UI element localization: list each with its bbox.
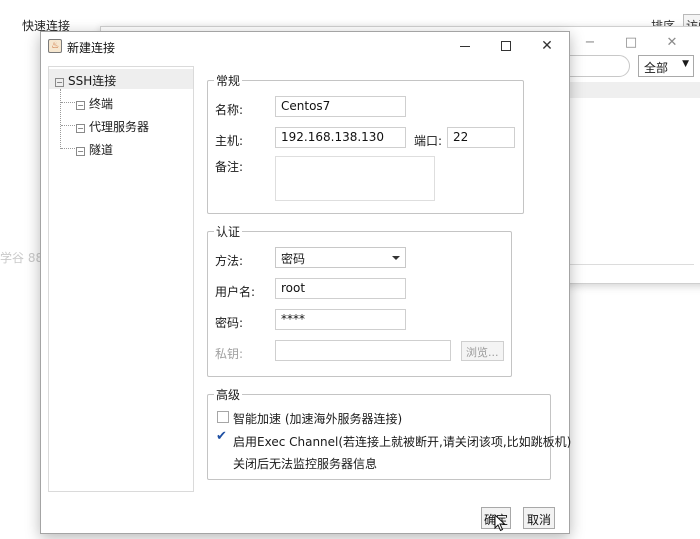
note-textarea[interactable] [275,156,435,201]
tree-connector-line [60,89,61,149]
background-filter-select[interactable]: 全部 ▼ [638,55,694,77]
name-input[interactable]: Centos7 [275,96,406,117]
tree-connector-line [61,148,75,149]
background-minimize-icon[interactable]: − [580,35,600,50]
tree-item-label: 代理服务器 [89,120,150,134]
tree-item-terminal[interactable]: − 终端 [76,95,113,112]
tree-collapse-icon[interactable]: − [76,147,85,156]
private-key-label: 私钥: [215,347,244,361]
background-divider [570,264,694,265]
tree-connector-line [61,125,75,126]
tree-item-tunnel[interactable]: − 隧道 [76,141,113,158]
note-label: 备注: [215,160,244,174]
dialog-titlebar[interactable]: ♨ 新建连接 ✕ [41,32,569,60]
auth-method-select[interactable]: 密码 [275,247,406,268]
chevron-down-icon: ▼ [682,59,689,69]
method-label: 方法: [215,254,244,268]
settings-tree: − SSH连接 − 终端 − 代理服务器 − 隧道 [48,66,194,492]
cancel-button[interactable]: 取消 [523,507,555,529]
username-label: 用户名: [215,285,256,299]
exec-channel-checkbox[interactable]: ✔ [216,429,227,444]
password-input[interactable]: **** [275,309,406,330]
port-input[interactable]: 22 [447,127,515,148]
port-label: 端口: [414,134,443,148]
chevron-down-icon [392,256,400,260]
advanced-legend: 高级 [214,386,243,403]
minimize-button[interactable] [450,35,480,57]
maximize-icon [501,41,511,51]
dialog-title: 新建连接 [67,41,116,55]
username-input[interactable]: root [275,278,406,299]
tree-item-ssh[interactable]: − SSH连接 [49,69,193,89]
accelerate-label: 智能加速 (加速海外服务器连接) [233,412,403,426]
exec-channel-note: 关闭后无法监控服务器信息 [233,457,378,471]
name-label: 名称: [215,103,244,117]
background-list-header [560,82,700,98]
new-connection-dialog: ♨ 新建连接 ✕ − SSH连接 − 终端 − 代理服务器 − 隧道 常规 名称: Ce… [40,31,572,534]
background-maximize-icon[interactable]: □ [621,35,641,50]
tree-item-label: 隧道 [89,143,114,157]
tree-item-label: 终端 [89,97,114,111]
accelerate-checkbox[interactable] [217,411,229,423]
host-input[interactable]: 192.168.138.130 [275,127,406,148]
background-close-icon[interactable]: ✕ [662,35,682,50]
private-key-input[interactable] [275,340,451,361]
host-label: 主机: [215,134,244,148]
auth-legend: 认证 [214,223,243,240]
general-legend: 常规 [214,72,243,89]
background-search-input[interactable] [560,55,630,77]
close-button[interactable]: ✕ [532,35,562,57]
browse-button[interactable]: 浏览... [461,341,504,361]
java-app-icon: ♨ [48,39,62,53]
maximize-button[interactable] [491,35,521,57]
close-icon: ✕ [541,38,553,54]
minimize-icon [460,45,470,47]
tree-collapse-icon[interactable]: − [55,78,64,87]
tree-collapse-icon[interactable]: − [76,101,85,110]
auth-method-value: 密码 [281,252,306,266]
tree-item-label: SSH连接 [68,74,117,88]
tree-collapse-icon[interactable]: − [76,124,85,133]
exec-channel-label: 启用Exec Channel(若连接上就被断开,请关闭该项,比如跳板机) [233,435,572,449]
tree-item-proxy[interactable]: − 代理服务器 [76,118,149,135]
background-filter-value: 全部 [644,61,669,75]
tree-connector-line [61,102,75,103]
mouse-cursor-icon [494,514,506,532]
password-label: 密码: [215,316,244,330]
